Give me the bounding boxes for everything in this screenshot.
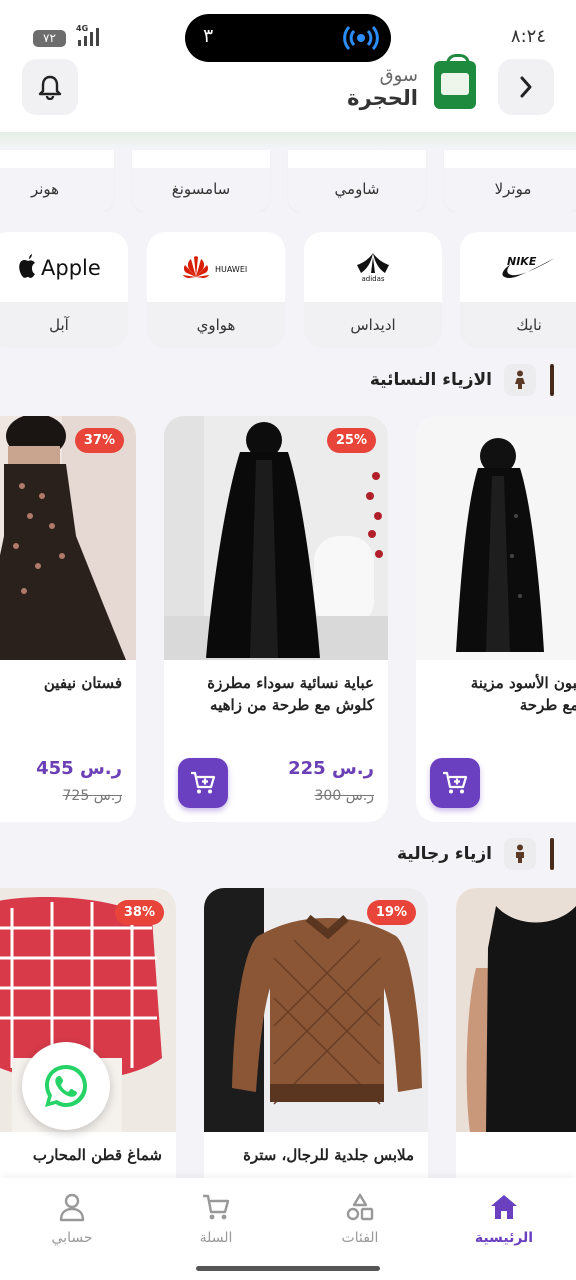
whatsapp-icon: [45, 1065, 87, 1107]
product-image: [456, 888, 576, 1132]
nav-categories[interactable]: الفئات: [300, 1190, 420, 1246]
brand-chip-label: شاومي: [334, 180, 380, 198]
status-bar: ٧٢ 4G ٣ ٨:٢٤: [0, 0, 576, 64]
apple-logo-text: Apple: [41, 256, 101, 280]
network-type: 4G: [76, 24, 89, 33]
product-image: [416, 416, 576, 660]
discount-badge: 37%: [74, 428, 124, 453]
nav-label: الرئيسية: [474, 1230, 534, 1246]
discount-badge: 25%: [326, 428, 376, 453]
product-card[interactable]: [456, 888, 576, 1178]
categories-icon: [346, 1193, 374, 1221]
broadcast-icon: [343, 23, 379, 60]
apple-logo-icon: Apple: [19, 254, 101, 280]
nav-label: السلة: [199, 1230, 233, 1246]
brand-chip[interactable]: موترلا: [444, 150, 576, 212]
huawei-logo-text: HUAWEI: [215, 265, 247, 274]
section-title-women[interactable]: الازياء النسائية: [370, 362, 554, 398]
brand-card-adidas[interactable]: adidas اديداس: [304, 232, 442, 348]
product-card[interactable]: 38% شماغ قطن المحارب: [0, 888, 176, 1178]
product-name: ملابس جلدية للرجال، سترة: [243, 1146, 414, 1164]
product-name: عباية بالبون الأسود مزينة بالورود مع طرح…: [470, 674, 576, 714]
bell-icon: [38, 75, 62, 100]
woman-icon: [504, 364, 536, 396]
home-icon: [491, 1195, 517, 1219]
brand-chip-label: موترلا: [494, 180, 532, 198]
product-name: فستان نيفين: [43, 674, 122, 692]
product-image: [0, 416, 136, 660]
brand-chip-label: هونر: [30, 180, 60, 198]
back-button[interactable]: [498, 59, 554, 115]
nike-logo-text: NIKE: [507, 255, 537, 268]
whatsapp-button[interactable]: [22, 1042, 110, 1130]
store-name-line2: الحجرة: [347, 86, 418, 110]
nav-account[interactable]: حسابي: [12, 1190, 132, 1246]
notifications-button[interactable]: [22, 59, 78, 115]
bottom-navigation: الرئيسية الفئات السلة حسابي: [0, 1178, 576, 1280]
section-title-men[interactable]: ازياء رجالية: [397, 836, 554, 872]
product-name: شماغ قطن المحارب: [32, 1146, 162, 1164]
battery-indicator: ٧٢: [33, 30, 66, 47]
island-number: ٣: [203, 25, 214, 47]
man-icon: [504, 838, 536, 870]
product-card[interactable]: 25% عباية نسائية سوداء مطرزة كلوش مع طرح…: [164, 416, 388, 822]
product-price: 455 ر.س: [36, 758, 122, 779]
section-title-text: ازياء رجالية: [396, 844, 492, 864]
text-brand-row: موترلا شاومي سامسونغ هونر: [0, 150, 576, 212]
store-name: سوق الحجرة: [300, 65, 418, 111]
clock: ٨:٢٤: [510, 26, 546, 47]
signal-icon: 4G: [76, 24, 100, 48]
brand-card-nike[interactable]: NIKE نايك: [460, 232, 576, 348]
brand-card-huawei[interactable]: HUAWEI هواوي: [147, 232, 285, 348]
store-name-line1: سوق: [379, 65, 418, 86]
section-title-text: الازياء النسائية: [369, 370, 492, 390]
product-card[interactable]: عباية بالبون الأسود مزينة بالورود مع طرح…: [416, 416, 576, 822]
product-price: 225 ر.س: [288, 758, 374, 779]
men-products-row: 19% ملابس جلدية للرجال، سترة 38% شماغ قط…: [0, 888, 576, 1178]
app-header: سوق الحجرة: [0, 54, 576, 134]
discount-badge: 19%: [366, 900, 416, 925]
huawei-logo-icon: HUAWEI: [183, 256, 247, 278]
women-products-row: عباية بالبون الأسود مزينة بالورود مع طرح…: [0, 416, 576, 824]
user-icon: [59, 1193, 85, 1222]
adidas-logo-text: adidas: [361, 275, 384, 283]
brand-chip[interactable]: هونر: [0, 150, 114, 212]
brand-card-label: آبل: [49, 316, 69, 334]
adidas-logo-icon: adidas: [357, 253, 389, 283]
add-to-cart-button[interactable]: [430, 758, 480, 808]
nav-cart[interactable]: السلة: [156, 1190, 276, 1246]
add-to-cart-button[interactable]: [178, 758, 228, 808]
brand-card-label: هواوي: [196, 316, 236, 334]
chevron-right-icon: [520, 76, 532, 98]
product-card[interactable]: 19% ملابس جلدية للرجال، سترة: [204, 888, 428, 1178]
product-name: عباية نسائية سوداء مطرزة كلوش مع طرحة من…: [207, 674, 374, 714]
nav-label: حسابي: [51, 1230, 93, 1246]
product-card[interactable]: 37% فستان نيفين 455 ر.س 725 ر.س: [0, 416, 136, 822]
logo-brand-row: NIKE نايك adidas اديداس HUAWEI هواوي App…: [0, 232, 576, 348]
product-old-price: 725 ر.س: [62, 788, 122, 804]
nav-label: الفئات: [341, 1230, 379, 1246]
store-logo: [434, 54, 476, 109]
cart-plus-icon: [191, 771, 216, 794]
brand-chip-label: سامسونغ: [171, 180, 231, 198]
brand-chip[interactable]: شاومي: [288, 150, 426, 212]
cart-plus-icon: [443, 771, 468, 794]
nike-logo-icon: NIKE: [502, 255, 555, 278]
brand-card-label: نايك: [516, 316, 542, 334]
cart-icon: [203, 1194, 230, 1220]
section-accent-bar: [550, 838, 554, 870]
product-old-price: 300 ر.س: [314, 788, 374, 804]
brand-card-label: اديداس: [350, 316, 396, 334]
section-accent-bar: [550, 364, 554, 396]
dynamic-island[interactable]: ٣: [185, 14, 391, 62]
home-indicator[interactable]: [196, 1266, 380, 1271]
brand-card-apple[interactable]: Apple آبل: [0, 232, 128, 348]
discount-badge: 38%: [114, 900, 164, 925]
header-divider: [0, 132, 576, 150]
nav-home[interactable]: الرئيسية: [444, 1190, 564, 1246]
brand-chip[interactable]: سامسونغ: [132, 150, 270, 212]
